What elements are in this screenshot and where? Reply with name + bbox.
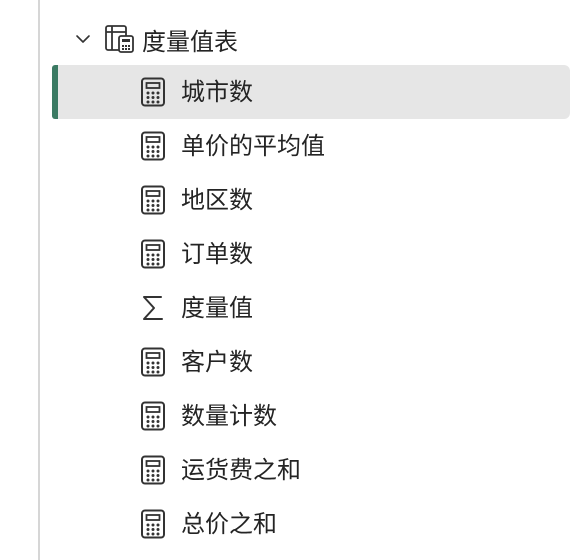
- measure-item-label: 数量计数: [181, 402, 277, 430]
- table-calculator-icon: [104, 23, 136, 55]
- measure-item[interactable]: 运货费之和: [52, 443, 570, 497]
- measure-item-label: 城市数: [181, 78, 253, 106]
- chevron-down-icon[interactable]: [72, 28, 94, 50]
- calculator-icon: [138, 131, 168, 161]
- pane-border: [38, 0, 40, 560]
- measure-item-label: 订单数: [181, 240, 253, 268]
- measure-item[interactable]: 总价之和: [52, 497, 570, 551]
- table-node-measures[interactable]: 度量值表: [72, 16, 238, 62]
- fields-pane: 度量值表 城市数 单价的平均值 地区数 订单数 度量值 客户数 数量计数 运货费…: [0, 0, 581, 560]
- sigma-icon: [138, 293, 168, 323]
- calculator-icon: [138, 239, 168, 269]
- measure-item-label: 地区数: [181, 186, 253, 214]
- calculator-icon: [138, 347, 168, 377]
- measure-item[interactable]: 城市数: [52, 65, 570, 119]
- measure-item[interactable]: 数量计数: [52, 389, 570, 443]
- calculator-icon: [138, 401, 168, 431]
- measure-item-label: 度量值: [181, 294, 253, 322]
- measure-item-label: 运货费之和: [181, 456, 301, 484]
- calculator-icon: [138, 185, 168, 215]
- measure-item[interactable]: 地区数: [52, 173, 570, 227]
- measure-item[interactable]: 客户数: [52, 335, 570, 389]
- measure-item-label: 单价的平均值: [181, 132, 325, 160]
- measure-item[interactable]: 单价的平均值: [52, 119, 570, 173]
- calculator-icon: [138, 77, 168, 107]
- measure-item[interactable]: 订单数: [52, 227, 570, 281]
- measure-item-label: 客户数: [181, 348, 253, 376]
- table-name: 度量值表: [142, 27, 238, 56]
- measure-item-label: 总价之和: [181, 510, 277, 538]
- measure-item[interactable]: 度量值: [52, 281, 570, 335]
- measure-list: 城市数 单价的平均值 地区数 订单数 度量值 客户数 数量计数 运货费之和 总价…: [52, 65, 570, 551]
- calculator-icon: [138, 509, 168, 539]
- calculator-icon: [138, 455, 168, 485]
